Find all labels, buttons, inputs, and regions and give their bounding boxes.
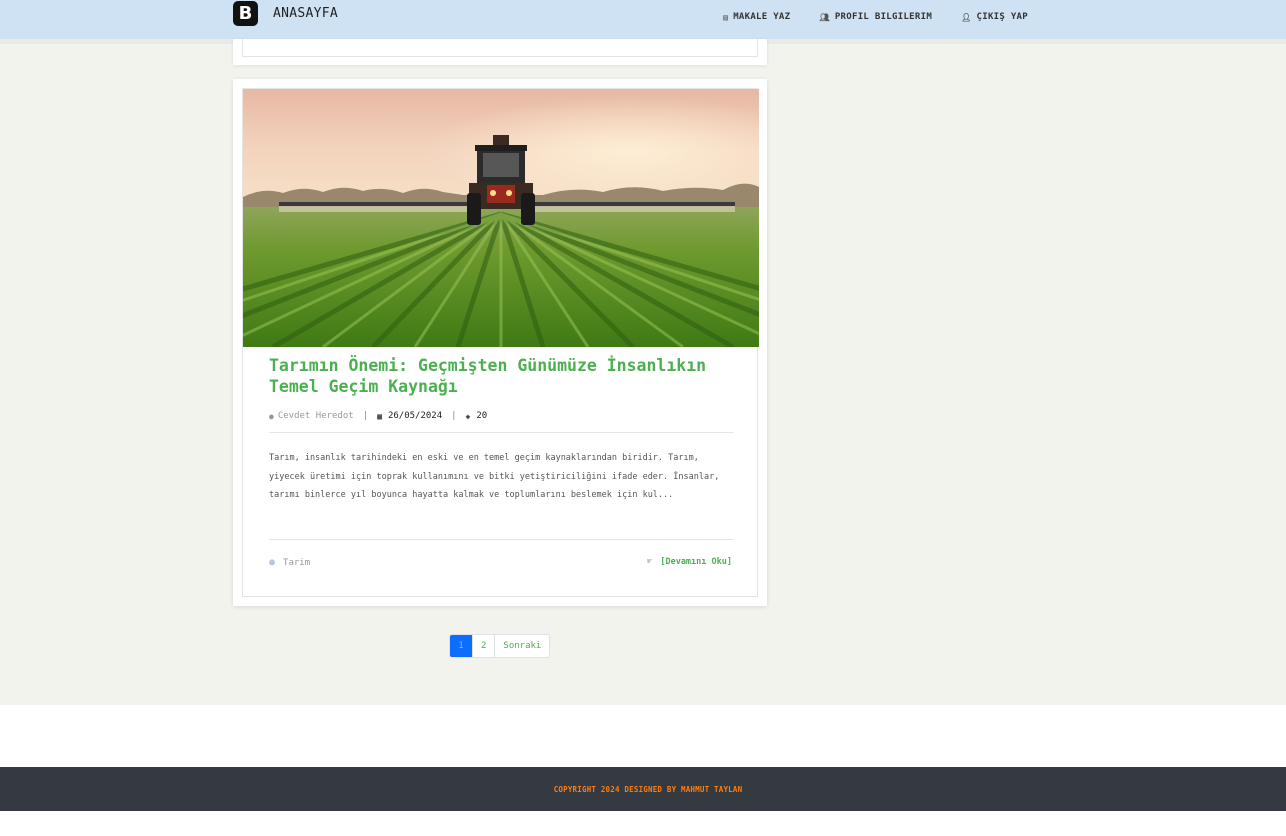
post-tag[interactable]: ● Tarim — [269, 557, 310, 568]
previous-post-inner — [242, 39, 758, 57]
user-logout-icon: 👤︎ — [961, 12, 972, 22]
calendar-icon: ▦ — [377, 411, 382, 421]
footer: COPYRIGHT 2024 DESIGNED BY MAHMUT TAYLAN — [0, 767, 1286, 811]
nav-profile-label: PROFIL BILGILERIM — [834, 12, 933, 22]
navbar: B ANASAYFA ▤ MAKALE YAZ 👥︎ PROFIL BILGIL… — [0, 0, 1286, 39]
post-meta: ● Cevdet Heredot | ▦ 26/05/2024 | ◈ 20 — [269, 409, 487, 423]
post-image[interactable] — [243, 89, 759, 347]
nav-logout-label: ÇIKIŞ YAP — [976, 12, 1028, 22]
footer-copyright: COPYRIGHT 2024 DESIGNED BY MAHMUT TAYLAN — [553, 784, 743, 794]
previous-post-card — [233, 39, 767, 65]
nav-links: ▤ MAKALE YAZ 👥︎ PROFIL BILGILERIM 👤︎ ÇIK… — [723, 0, 1028, 34]
divider — [269, 432, 734, 433]
brand[interactable]: B ANASAYFA — [233, 0, 338, 26]
post-date-value: 26/05/2024 — [387, 411, 443, 421]
divider — [269, 539, 734, 540]
hand-pointer-icon: ☛ — [646, 557, 653, 567]
page-2-button[interactable]: 2 — [472, 635, 494, 657]
post-excerpt: Tarım, insanlık tarihindeki en eski ve e… — [269, 453, 720, 500]
post-tag-label: Tarim — [283, 557, 311, 568]
nav-logout[interactable]: 👤︎ ÇIKIŞ YAP — [961, 12, 1028, 22]
post-author-name: Cevdet Heredot — [277, 411, 354, 421]
brand-home-link[interactable]: ANASAYFA — [273, 6, 338, 21]
nav-write-article[interactable]: ▤ MAKALE YAZ — [723, 12, 790, 22]
user-circle-icon: ● — [269, 411, 274, 421]
next-page-button[interactable]: Sonraki — [494, 635, 549, 657]
post-views: ◈ 20 — [466, 411, 488, 421]
post-inner: Tarımın Önemi: Geçmişten Günümüze İnsanl… — [242, 88, 759, 597]
blogger-logo-icon[interactable]: B — [233, 0, 258, 26]
page-1-button[interactable]: 1 — [450, 635, 472, 657]
footer-spacer — [0, 705, 1286, 767]
post-card: Tarımın Önemi: Geçmişten Günümüze İnsanl… — [233, 79, 767, 606]
read-more-label: [Devamını Oku] — [660, 557, 732, 567]
post-date: ▦ 26/05/2024 — [377, 411, 442, 421]
page-bottom — [0, 811, 1286, 836]
post-title-link[interactable]: Tarımın Önemi: Geçmişten Günümüze İnsanl… — [269, 355, 739, 397]
users-icon: 👥︎ — [819, 12, 830, 22]
nav-write-article-label: MAKALE YAZ — [733, 12, 791, 22]
post-author: ● Cevdet Heredot — [269, 411, 354, 421]
nav-profile[interactable]: 👥︎ PROFIL BILGILERIM — [819, 12, 932, 22]
eye-slash-icon: ◈ — [465, 411, 471, 421]
meta-separator: | — [451, 411, 457, 421]
pagination: 1 2 Sonraki — [449, 634, 551, 658]
tag-icon: ● — [269, 557, 276, 568]
read-more-link[interactable]: ☛ [Devamını Oku] — [647, 557, 732, 567]
post-views-value: 20 — [476, 411, 488, 421]
document-icon: ▤ — [723, 12, 729, 22]
meta-separator: | — [362, 411, 369, 421]
